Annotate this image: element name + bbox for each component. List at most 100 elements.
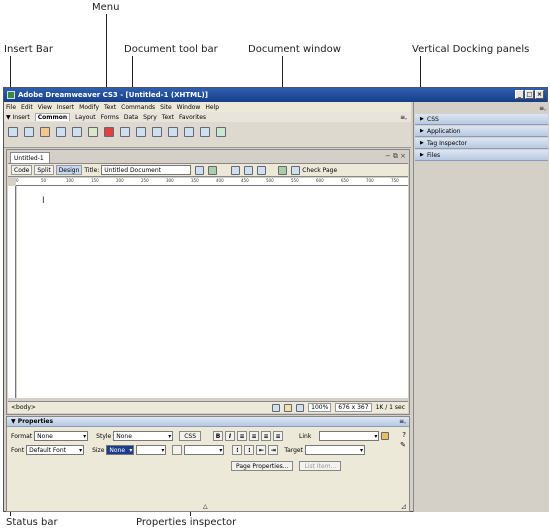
menu-commands[interactable]: Commands [121, 104, 155, 111]
callout-vertical-docking: Vertical Docking panels [412, 44, 530, 55]
link-input[interactable] [319, 431, 380, 441]
menu-file[interactable]: File [6, 104, 16, 111]
align-center-icon[interactable]: ≡ [249, 431, 260, 441]
tab-text[interactable]: Text [162, 114, 174, 121]
browse-folder-icon[interactable] [381, 432, 390, 440]
format-label: Format [11, 432, 33, 440]
unordered-list-icon[interactable]: ⁝ [232, 445, 243, 455]
check-page-icon[interactable] [291, 165, 301, 175]
tab-forms[interactable]: Forms [101, 114, 119, 121]
menu-help[interactable]: Help [205, 104, 219, 111]
panel-tag-inspector[interactable]: Tag Inspector [415, 138, 548, 149]
text-color-input[interactable] [184, 445, 225, 455]
tab-common[interactable]: Common [34, 113, 71, 121]
script-icon[interactable] [184, 127, 194, 137]
named-anchor-icon[interactable] [40, 127, 50, 137]
date-icon[interactable] [120, 127, 130, 137]
image-icon[interactable] [88, 127, 98, 137]
hyperlink-icon[interactable] [8, 127, 18, 137]
dock-options-icon[interactable]: ≡, [539, 105, 546, 112]
panel-files[interactable]: Files [415, 150, 548, 161]
insert-bar-options-icon[interactable]: ≡, [400, 114, 407, 121]
horizontal-ruler: 0 50 100 150 200 250 300 350 400 450 500… [16, 178, 408, 186]
css-button[interactable]: CSS [179, 431, 202, 441]
menu-text[interactable]: Text [104, 104, 116, 111]
menu-window[interactable]: Window [177, 104, 201, 111]
page-properties-button[interactable]: Page Properties... [231, 461, 294, 471]
size-unit-select[interactable] [136, 445, 167, 455]
media-icon[interactable] [104, 127, 114, 137]
close-button[interactable]: × [535, 90, 544, 99]
document-window-controls[interactable]: − ⧉ × [385, 152, 406, 161]
menu-view[interactable]: View [38, 104, 52, 111]
split-view-button[interactable]: Split [34, 165, 54, 175]
hand-tool-icon[interactable] [284, 403, 293, 412]
ruler-tick: 400 [216, 178, 224, 183]
tag-chooser-icon[interactable] [216, 127, 226, 137]
resize-grip-icon[interactable]: ◿ [401, 503, 406, 510]
zoom-select[interactable]: 100% [308, 403, 332, 412]
callout-menu: Menu [92, 2, 120, 13]
align-right-icon[interactable]: ≡ [261, 431, 272, 441]
window-titlebar[interactable]: Adobe Dreamweaver CS3 - [Untitled-1 (XHT… [4, 88, 547, 102]
ordered-list-icon[interactable]: ⁝ [244, 445, 255, 455]
status-bar: <body> 100% 676 x 367 1K / 1 sec [8, 401, 408, 413]
preview-browser-icon[interactable] [208, 165, 218, 175]
maximize-button[interactable]: □ [525, 90, 534, 99]
table-icon[interactable] [56, 127, 66, 137]
code-view-button[interactable]: Code [11, 165, 33, 175]
view-options-icon[interactable] [244, 165, 254, 175]
server-side-include-icon[interactable] [136, 127, 146, 137]
panel-application[interactable]: Application [415, 126, 548, 137]
target-select[interactable] [304, 445, 365, 455]
properties-options-icon[interactable]: ≡, [399, 418, 406, 425]
div-icon[interactable] [72, 127, 82, 137]
quick-tag-editor-icon[interactable]: ✎ [400, 441, 406, 449]
properties-header[interactable]: ▼ Properties [11, 418, 53, 425]
templates-icon[interactable] [200, 127, 210, 137]
target-label: Target [284, 446, 303, 454]
menu-insert[interactable]: Insert [57, 104, 74, 111]
justify-icon[interactable]: ≡ [273, 431, 284, 441]
zoom-tool-icon[interactable] [296, 403, 305, 412]
tag-selector[interactable]: <body> [11, 404, 36, 411]
menu-edit[interactable]: Edit [21, 104, 33, 111]
size-select[interactable]: None [106, 445, 135, 455]
file-management-icon[interactable] [195, 165, 205, 175]
insert-bar-label[interactable]: ▼ Insert [6, 114, 30, 121]
window-size-select[interactable]: 676 x 367 [335, 403, 372, 412]
email-link-icon[interactable] [24, 127, 34, 137]
indent-icon[interactable]: ⇥ [268, 445, 279, 455]
document-tab[interactable]: Untitled-1 [10, 152, 50, 163]
design-view-button[interactable]: Design [55, 165, 83, 175]
callout-document-toolbar: Document tool bar [124, 44, 218, 55]
bold-button[interactable]: B [213, 431, 224, 441]
refresh-icon[interactable] [231, 165, 241, 175]
minimize-button[interactable]: _ [515, 90, 524, 99]
format-select[interactable]: None [34, 431, 89, 441]
tab-layout[interactable]: Layout [75, 114, 95, 121]
style-select[interactable]: None [113, 431, 174, 441]
visual-aids-icon[interactable] [257, 165, 267, 175]
panel-css[interactable]: CSS [415, 114, 548, 125]
help-icon[interactable]: ? [402, 431, 406, 439]
list-item-button[interactable]: List Item... [299, 461, 342, 471]
comment-icon[interactable] [152, 127, 162, 137]
font-select[interactable]: Default Font [26, 445, 85, 455]
tab-spry[interactable]: Spry [143, 114, 157, 121]
tab-favorites[interactable]: Favorites [179, 114, 206, 121]
title-input[interactable]: Untitled Document [101, 165, 192, 175]
design-canvas[interactable]: I [17, 186, 408, 398]
select-tool-icon[interactable] [272, 403, 281, 412]
check-page-label[interactable]: Check Page [302, 167, 337, 174]
menu-modify[interactable]: Modify [79, 104, 99, 111]
outdent-icon[interactable]: ⇤ [256, 445, 267, 455]
expander-arrow-icon[interactable]: △ [203, 503, 208, 510]
align-left-icon[interactable]: ≡ [237, 431, 248, 441]
tab-data[interactable]: Data [124, 114, 138, 121]
text-color-swatch[interactable] [172, 445, 183, 455]
validate-markup-icon[interactable] [278, 165, 288, 175]
menu-site[interactable]: Site [160, 104, 172, 111]
italic-button[interactable]: I [225, 431, 236, 441]
head-icon[interactable] [168, 127, 178, 137]
